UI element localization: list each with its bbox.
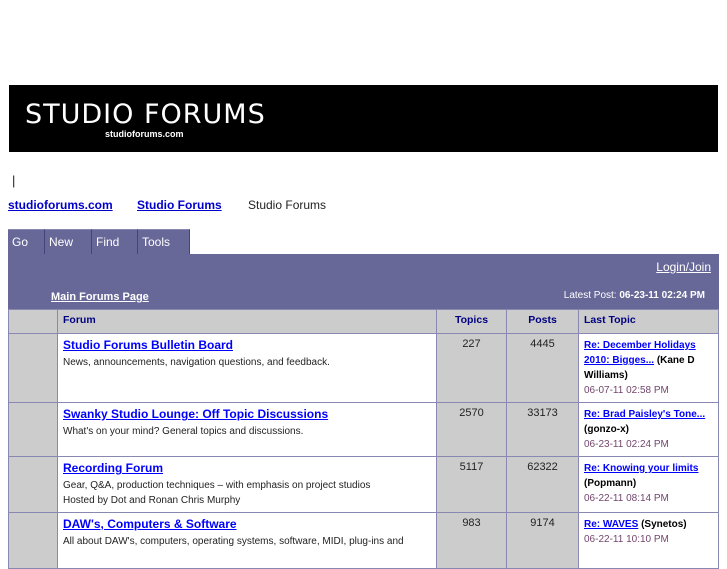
last-topic-date: 06-07-11 02:58 PM xyxy=(584,385,669,396)
forum-description: Gear, Q&A, production techniques – with … xyxy=(63,480,371,491)
posts-count: 9174 xyxy=(506,512,579,569)
forum-title-link[interactable]: DAW's, Computers & Software xyxy=(63,517,431,531)
forum-title-link[interactable]: Swanky Studio Lounge: Off Topic Discussi… xyxy=(63,407,431,421)
last-topic-link[interactable]: Re: Knowing your limits xyxy=(584,463,698,474)
last-topic-cell: Re: Brad Paisley's Tone... (gonzo-x) 06-2… xyxy=(578,402,719,457)
last-topic-link[interactable]: Re: WAVES xyxy=(584,519,638,530)
table-row: DAW's, Computers & Software All about DAW… xyxy=(8,512,719,569)
posts-count: 62322 xyxy=(506,456,579,513)
table-row: Studio Forums Bulletin Board News, announ… xyxy=(8,333,719,403)
forum-title-link[interactable]: Recording Forum xyxy=(63,461,431,475)
breadcrumb-studio-forums[interactable]: Studio Forums xyxy=(137,198,222,212)
last-topic-user: (gonzo-x) xyxy=(584,424,629,435)
posts-count: 33173 xyxy=(506,402,579,457)
forum-moderators: Hosted by Dot and Ronan Chris Murphy xyxy=(63,495,241,506)
forum-description: What's on your mind? General topics and … xyxy=(63,426,304,437)
last-topic-cell: Re: WAVES (Synetos) 06-22-11 10:10 PM xyxy=(578,512,719,569)
forum-icon xyxy=(8,512,58,569)
tab-new[interactable]: New xyxy=(45,229,92,254)
last-topic-cell: Re: Knowing your limits (Popmann) 06-22-1… xyxy=(578,456,719,513)
breadcrumb-home[interactable]: studioforums.com xyxy=(8,198,113,212)
column-forum: Forum xyxy=(57,309,437,334)
forum-icon xyxy=(8,402,58,457)
tab-find[interactable]: Find xyxy=(92,229,138,254)
forum-icon xyxy=(8,456,58,513)
latest-post-label: Latest Post: xyxy=(563,290,617,301)
breadcrumb-current: Studio Forums xyxy=(248,198,327,212)
last-topic-date: 06-22-11 08:14 PM xyxy=(584,493,669,504)
latest-post: Latest Post: 06-23-11 02:24 PM xyxy=(564,290,705,301)
posts-count: 4445 xyxy=(506,333,579,403)
forum-description: News, announcements, navigation question… xyxy=(63,357,330,368)
main-forums-page-link[interactable]: Main Forums Page xyxy=(51,291,149,303)
site-logo-subtitle: studioforums.com xyxy=(105,129,184,139)
table-row: Recording Forum Gear, Q&A, production tec… xyxy=(8,456,719,513)
last-topic-date: 06-23-11 02:24 PM xyxy=(584,439,669,450)
topics-count: 2570 xyxy=(436,402,507,457)
topics-count: 5117 xyxy=(436,456,507,513)
tab-go[interactable]: Go xyxy=(8,229,45,254)
last-topic-user: (Synetos) xyxy=(641,519,687,530)
icon-column-header xyxy=(8,309,58,334)
tab-tools[interactable]: Tools xyxy=(138,229,190,254)
table-header: Forum Topics Posts Last Topic xyxy=(8,309,719,334)
latest-post-value: 06-23-11 02:24 PM xyxy=(619,290,705,301)
forum-table: Forum Topics Posts Last Topic Studio For… xyxy=(8,309,719,569)
site-banner[interactable]: STUDIO FORUMS studioforums.com xyxy=(9,85,718,152)
login-join-link[interactable]: Login/Join xyxy=(656,260,711,274)
last-topic-cell: Re: December Holidays 2010: Bigges... (K… xyxy=(578,333,719,403)
last-topic-link[interactable]: Re: Brad Paisley's Tone... xyxy=(584,409,705,420)
site-logo: STUDIO FORUMS xyxy=(25,99,266,130)
forum-title-link[interactable]: Studio Forums Bulletin Board xyxy=(63,338,431,352)
column-last-topic: Last Topic xyxy=(578,309,719,334)
forum-description: All about DAW's, computers, operating sy… xyxy=(63,536,404,547)
separator: | xyxy=(12,173,16,188)
topics-count: 227 xyxy=(436,333,507,403)
last-topic-user: (Popmann) xyxy=(584,478,637,489)
column-posts: Posts xyxy=(506,309,579,334)
column-topics: Topics xyxy=(436,309,507,334)
forum-icon xyxy=(8,333,58,403)
topics-count: 983 xyxy=(436,512,507,569)
table-row: Swanky Studio Lounge: Off Topic Discussi… xyxy=(8,402,719,457)
forum-header-bar: Login/Join Main Forums Page Latest Post:… xyxy=(8,254,719,309)
